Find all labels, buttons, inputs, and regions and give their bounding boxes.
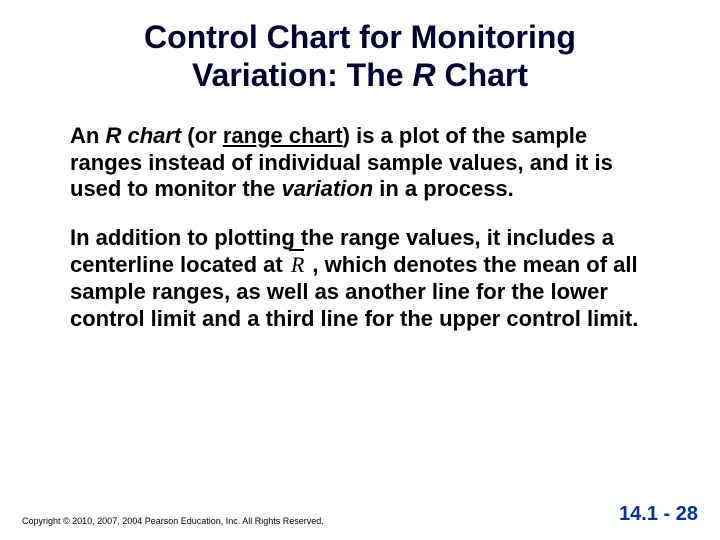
paragraph-2: In addition to plotting the range values…: [70, 225, 650, 332]
slide-body: An R chart (or range chart) is a plot of…: [0, 95, 720, 333]
title-line2a: Variation: The: [192, 57, 412, 93]
slide-title: Control Chart for Monitoring Variation: …: [0, 0, 720, 95]
r-bar-symbol: R: [289, 252, 306, 279]
p1-text3: (or: [181, 123, 223, 148]
p1-rchart: R chart: [105, 123, 181, 148]
p1-rangechart: range chart: [223, 123, 343, 148]
title-line1: Control Chart for Monitoring: [144, 19, 576, 55]
title-line2-italic: R: [412, 57, 435, 93]
slide-footer: Copyright © 2010, 2007, 2004 Pearson Edu…: [0, 503, 720, 526]
p1-text7: in a process.: [373, 176, 514, 201]
p1-text1: An: [70, 123, 105, 148]
paragraph-1: An R chart (or range chart) is a plot of…: [70, 123, 650, 203]
page-number: 14.1 - 28: [619, 503, 698, 526]
title-line2b: Chart: [436, 57, 528, 93]
copyright-text: Copyright © 2010, 2007, 2004 Pearson Edu…: [22, 516, 324, 526]
p1-variation: variation: [281, 176, 373, 201]
